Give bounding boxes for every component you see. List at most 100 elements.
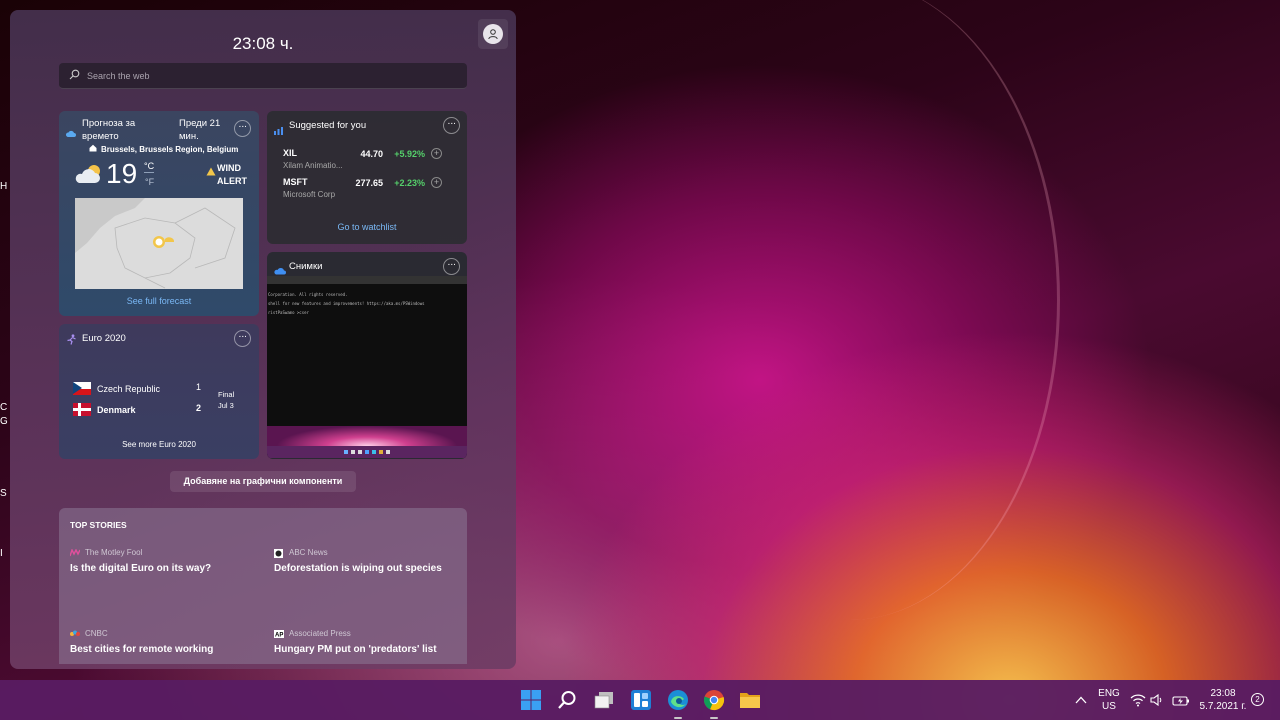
weather-title: Прогноза за времето	[82, 118, 136, 142]
terminal-line: shell for new features and improvements!…	[268, 301, 425, 306]
news-source: Associated Press	[289, 629, 351, 638]
stock-price: 44.70	[360, 149, 383, 159]
go-to-watchlist-link[interactable]: Go to watchlist	[267, 222, 467, 232]
edge-icon[interactable]	[667, 689, 689, 711]
team-name: Czech Republic	[97, 383, 161, 394]
stocks-chart-icon	[274, 122, 284, 140]
top-stories-section: TOP STORIES The Motley Fool Is the digit…	[59, 508, 467, 664]
clock-date: 5.7.2021 г.	[1199, 701, 1247, 712]
weather-updated: Преди 21 мин.	[179, 118, 221, 142]
denmark-flag-icon	[73, 403, 91, 416]
running-indicator	[710, 717, 718, 719]
thumbnail-taskbar	[267, 446, 467, 458]
user-icon	[483, 24, 503, 44]
cnbc-logo-icon	[70, 630, 80, 638]
abc-news-logo-icon	[274, 548, 284, 558]
news-source: CNBC	[85, 629, 108, 638]
stocks-widget[interactable]: Suggested for you ··· XIL Xilam Animatio…	[267, 111, 467, 244]
motley-fool-logo-icon	[69, 547, 81, 557]
wallpaper-bloom	[640, 0, 1060, 620]
task-view-icon[interactable]	[593, 689, 615, 711]
match-final-label: Final	[218, 390, 235, 399]
photos-more-button[interactable]: ···	[443, 258, 460, 275]
team-row[interactable]: Denmark	[73, 403, 136, 416]
location-label: Brussels, Brussels Region, Belgium	[101, 144, 239, 154]
taskbar: ENG US 23:08 5.7.2021 г. 2	[0, 680, 1280, 720]
weather-map[interactable]	[75, 198, 243, 289]
stock-change: +2.23%	[394, 178, 425, 188]
weather-cloud-icon	[65, 125, 76, 143]
wifi-icon[interactable]	[1130, 693, 1146, 707]
chrome-icon[interactable]	[703, 689, 725, 711]
news-headline: Deforestation is wiping out species	[274, 563, 442, 574]
match-status: Final Jul 3	[218, 389, 234, 411]
photos-widget[interactable]: Снимки ··· Corporation. All rights reser…	[267, 252, 467, 459]
thumbnail-terminal-text: Corporation. All rights reserved. shell …	[267, 284, 467, 323]
euro-title: Euro 2020	[82, 333, 126, 344]
notification-badge[interactable]: 2	[1251, 693, 1264, 706]
chevron-up-icon[interactable]	[1073, 692, 1089, 708]
search-icon[interactable]	[556, 689, 578, 711]
weather-alert[interactable]: WIND ALERT	[217, 162, 257, 188]
system-clock[interactable]: 23:08 5.7.2021 г.	[1197, 687, 1249, 713]
terminal-line: ristPaSwamo >cser	[268, 310, 309, 315]
widgets-clock: 23:08 ч.	[232, 34, 294, 53]
see-full-forecast-link[interactable]: See full forecast	[59, 296, 259, 306]
photos-title: Снимки	[289, 261, 323, 272]
euro-2020-widget[interactable]: Euro 2020 ··· Czech Republic 1 Denmark 2…	[59, 324, 259, 459]
news-story[interactable]: The Motley Fool Is the digital Euro on i…	[69, 547, 270, 574]
thumbnail-wallpaper	[267, 426, 467, 446]
team-score: 2	[196, 403, 202, 413]
associated-press-logo-icon: AP	[274, 629, 284, 638]
weather-widget[interactable]: Прогноза за времето Преди 21 мин. ··· Br…	[59, 111, 259, 316]
team-score: 1	[196, 382, 202, 392]
stock-company: Xilam Animatio...	[283, 161, 343, 170]
language-indicator[interactable]: ENG US	[1096, 687, 1122, 713]
news-story[interactable]: CNBC Best cities for remote working	[70, 629, 270, 655]
news-source: The Motley Fool	[85, 548, 143, 557]
thumbnail-titlebar	[267, 276, 467, 284]
widgets-icon[interactable]	[630, 689, 652, 711]
start-icon[interactable]	[520, 689, 542, 711]
svg-text:AP: AP	[275, 632, 283, 638]
warning-icon	[206, 163, 216, 181]
add-widgets-button[interactable]: Добавяне на графични компоненти	[170, 471, 356, 492]
terminal-line: Corporation. All rights reserved.	[268, 292, 348, 297]
see-more-euro-link[interactable]: See more Euro 2020	[59, 440, 259, 449]
news-headline: Hungary PM put on 'predators' list	[274, 644, 437, 655]
temperature-value: 19	[106, 158, 138, 189]
stocks-more-button[interactable]: ···	[443, 117, 460, 134]
weather-more-button[interactable]: ···	[234, 120, 251, 137]
news-headline: Is the digital Euro on its way?	[70, 563, 212, 574]
stock-row[interactable]: XIL Xilam Animatio... 44.70 +5.92% +	[283, 148, 453, 176]
photo-thumbnail[interactable]: Corporation. All rights reserved. shell …	[267, 276, 467, 458]
stock-row[interactable]: MSFT Microsoft Corp 277.65 +2.23% +	[283, 177, 453, 205]
weather-location[interactable]: Brussels, Brussels Region, Belgium	[89, 144, 238, 154]
add-to-watchlist-icon[interactable]: +	[431, 148, 442, 159]
clock-time: 23:08	[1210, 688, 1236, 699]
file-explorer-icon[interactable]	[739, 689, 761, 711]
unit-fahrenheit-toggle[interactable]: °F	[145, 177, 154, 187]
team-name: Denmark	[97, 404, 136, 415]
profile-button[interactable]	[478, 19, 508, 49]
euro-more-button[interactable]: ···	[234, 330, 251, 347]
running-indicator	[674, 717, 682, 719]
widgets-panel: 23:08 ч. Search the web Прогноза за врем…	[10, 10, 516, 669]
news-story[interactable]: AP Associated Press Hungary PM put on 'pr…	[274, 629, 467, 655]
stock-change: +5.92%	[394, 149, 425, 159]
czech-flag-icon	[73, 382, 91, 395]
web-search-box[interactable]: Search the web	[59, 63, 467, 89]
keyboard-layout: US	[1102, 701, 1116, 712]
battery-charging-icon[interactable]	[1172, 694, 1190, 706]
stock-price: 277.65	[355, 178, 383, 188]
team-row[interactable]: Czech Republic	[73, 382, 160, 395]
language-code: ENG	[1098, 688, 1120, 699]
top-stories-heading: TOP STORIES	[70, 520, 127, 530]
news-source: ABC News	[289, 548, 328, 557]
stocks-title: Suggested for you	[289, 120, 367, 131]
add-to-watchlist-icon[interactable]: +	[431, 177, 442, 188]
news-story[interactable]: ABC News Deforestation is wiping out spe…	[274, 548, 467, 574]
football-player-icon	[66, 332, 77, 350]
volume-icon[interactable]	[1150, 693, 1164, 707]
unit-celsius-toggle[interactable]: °C	[144, 161, 155, 173]
